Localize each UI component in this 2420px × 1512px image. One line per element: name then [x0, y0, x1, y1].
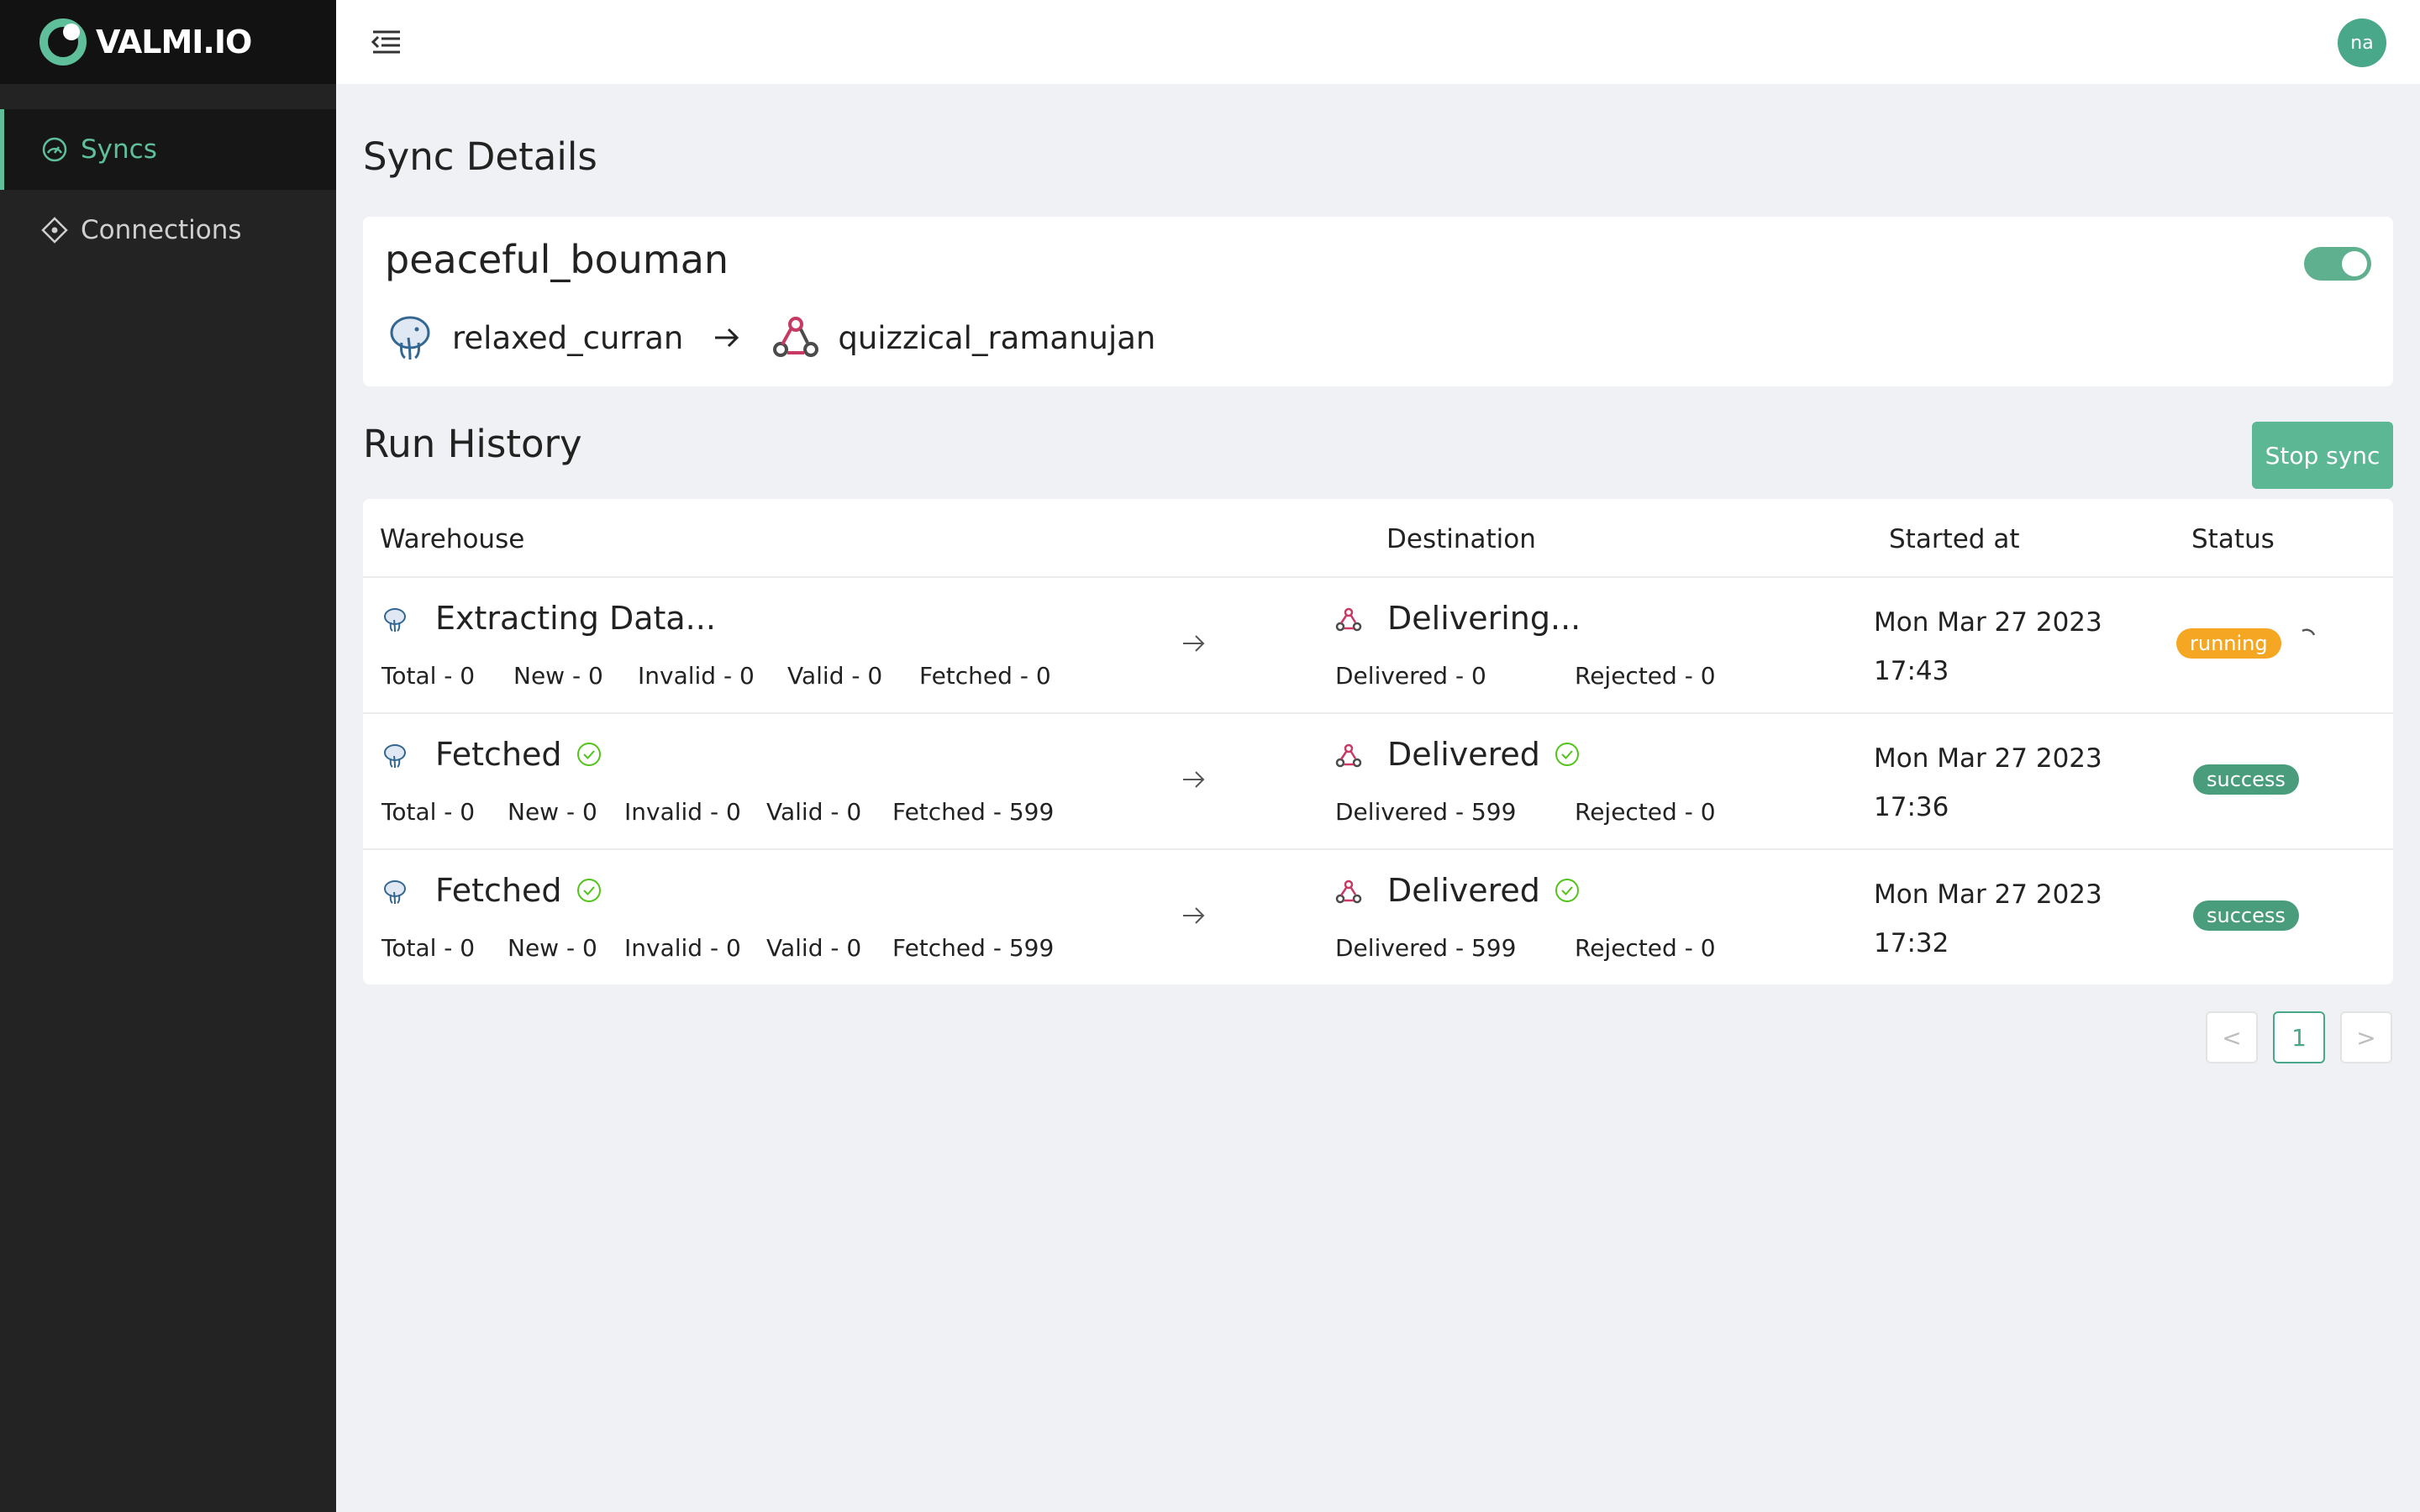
table-header: Warehouse Destination Started at Status [363, 499, 2393, 578]
check-circle-icon [576, 743, 601, 766]
metric-total: Total - 0 [381, 798, 476, 826]
column-header-status: Status [2191, 524, 2275, 554]
metric-total: Total - 0 [381, 934, 476, 962]
postgres-icon [384, 608, 406, 633]
pagination-prev-button[interactable]: < [2206, 1011, 2258, 1063]
column-header-warehouse: Warehouse [380, 524, 525, 554]
warehouse-status: Fetched [435, 736, 602, 773]
webhook-icon [1335, 879, 1362, 904]
menu-fold-icon[interactable] [370, 25, 403, 59]
sidebar: VALMI.IO Syncs Connections [0, 0, 336, 1512]
loading-spinner-icon [2302, 628, 2316, 636]
destination-status: Delivered [1387, 736, 1581, 773]
diamond-icon [41, 217, 68, 244]
postgres-icon [390, 316, 430, 360]
status-badge: success [2193, 764, 2299, 795]
logo-text: VALMI.IO [96, 24, 252, 60]
destination-status: Delivered [1387, 872, 1581, 909]
started-at: Mon Mar 27 2023 17:32 [1874, 870, 2102, 968]
sync-card: peaceful_bouman relaxed_curran quizzical… [363, 217, 2393, 386]
check-circle-icon [1555, 743, 1579, 766]
sidebar-item-syncs[interactable]: Syncs [0, 109, 336, 190]
metric-invalid: Invalid - 0 [624, 934, 741, 962]
metric-new: New - 0 [513, 662, 603, 690]
check-circle-icon [576, 879, 601, 902]
webhook-icon [1335, 607, 1362, 632]
check-circle-icon [1555, 879, 1579, 902]
sidebar-item-label: Connections [81, 215, 242, 245]
sidebar-nav: Syncs Connections [0, 109, 336, 270]
pagination-page-1[interactable]: 1 [2273, 1011, 2325, 1063]
metric-fetched: Fetched - 599 [892, 934, 1055, 962]
webhook-icon [773, 317, 819, 357]
metric-valid: Valid - 0 [787, 662, 883, 690]
metric-fetched: Fetched - 599 [892, 798, 1055, 826]
source-name: relaxed_curran [452, 319, 684, 356]
started-time: 17:43 [1874, 656, 1949, 686]
started-at: Mon Mar 27 2023 17:36 [1874, 734, 2102, 832]
avatar[interactable]: na [2338, 18, 2386, 67]
column-header-destination: Destination [1386, 524, 1536, 554]
started-date: Mon Mar 27 2023 [1874, 607, 2102, 638]
metric-rejected: Rejected - 0 [1575, 798, 1716, 826]
destination-name: quizzical_ramanujan [838, 319, 1156, 356]
destination-status-text: Delivered [1387, 872, 1540, 909]
arrow-right-icon [715, 328, 739, 348]
status-badge: success [2193, 900, 2299, 931]
metric-delivered: Delivered - 599 [1335, 934, 1517, 962]
logo[interactable]: VALMI.IO [0, 0, 336, 84]
arrow-right-icon [1183, 771, 1205, 788]
metric-new: New - 0 [508, 798, 597, 826]
sidebar-item-label: Syncs [81, 134, 157, 165]
destination-status: Delivering... [1387, 600, 1581, 637]
sync-route: relaxed_curran quizzical_ramanujan [385, 311, 1155, 365]
destination-status-text: Delivering... [1387, 600, 1581, 637]
table-row[interactable]: Extracting Data... Total - 0 New - 0 Inv… [363, 576, 2393, 714]
status-badge: running [2176, 628, 2281, 659]
metric-fetched: Fetched - 0 [919, 662, 1051, 690]
started-time: 17:36 [1874, 792, 1949, 822]
page-title: Sync Details [363, 134, 597, 179]
metric-total: Total - 0 [381, 662, 476, 690]
warehouse-status-text: Fetched [435, 736, 562, 773]
postgres-icon [384, 880, 406, 905]
run-history-title: Run History [363, 422, 582, 466]
destination-status-text: Delivered [1387, 736, 1540, 773]
pagination-next-button[interactable]: > [2340, 1011, 2392, 1063]
sidebar-item-connections[interactable]: Connections [0, 190, 336, 270]
started-time: 17:32 [1874, 928, 1949, 958]
dashboard-icon [42, 137, 67, 162]
metric-invalid: Invalid - 0 [638, 662, 755, 690]
warehouse-status-text: Fetched [435, 872, 562, 909]
warehouse-status: Extracting Data... [435, 600, 716, 637]
arrow-right-icon [1183, 635, 1205, 652]
webhook-icon [1335, 743, 1362, 768]
table-row[interactable]: Fetched Total - 0 New - 0 Invalid - 0 Va… [363, 712, 2393, 850]
metric-delivered: Delivered - 599 [1335, 798, 1517, 826]
metric-valid: Valid - 0 [766, 934, 862, 962]
column-header-started-at: Started at [1889, 524, 2020, 554]
arrow-right-icon [1183, 907, 1205, 924]
valmi-logo-icon [39, 18, 87, 66]
stop-sync-button[interactable]: Stop sync [2252, 422, 2393, 489]
started-date: Mon Mar 27 2023 [1874, 743, 2102, 774]
started-at: Mon Mar 27 2023 17:43 [1874, 598, 2102, 696]
metric-valid: Valid - 0 [766, 798, 862, 826]
sync-name: peaceful_bouman [385, 237, 729, 282]
metric-new: New - 0 [508, 934, 597, 962]
postgres-icon [384, 744, 406, 769]
sync-enabled-toggle[interactable] [2304, 247, 2371, 281]
metric-rejected: Rejected - 0 [1575, 934, 1716, 962]
top-header: na [336, 0, 2420, 84]
metric-delivered: Delivered - 0 [1335, 662, 1486, 690]
warehouse-status: Fetched [435, 872, 602, 909]
metric-rejected: Rejected - 0 [1575, 662, 1716, 690]
table-row[interactable]: Fetched Total - 0 New - 0 Invalid - 0 Va… [363, 848, 2393, 984]
metric-invalid: Invalid - 0 [624, 798, 741, 826]
run-history-table: Warehouse Destination Started at Status … [363, 499, 2393, 984]
warehouse-status-text: Extracting Data... [435, 600, 716, 637]
started-date: Mon Mar 27 2023 [1874, 879, 2102, 910]
